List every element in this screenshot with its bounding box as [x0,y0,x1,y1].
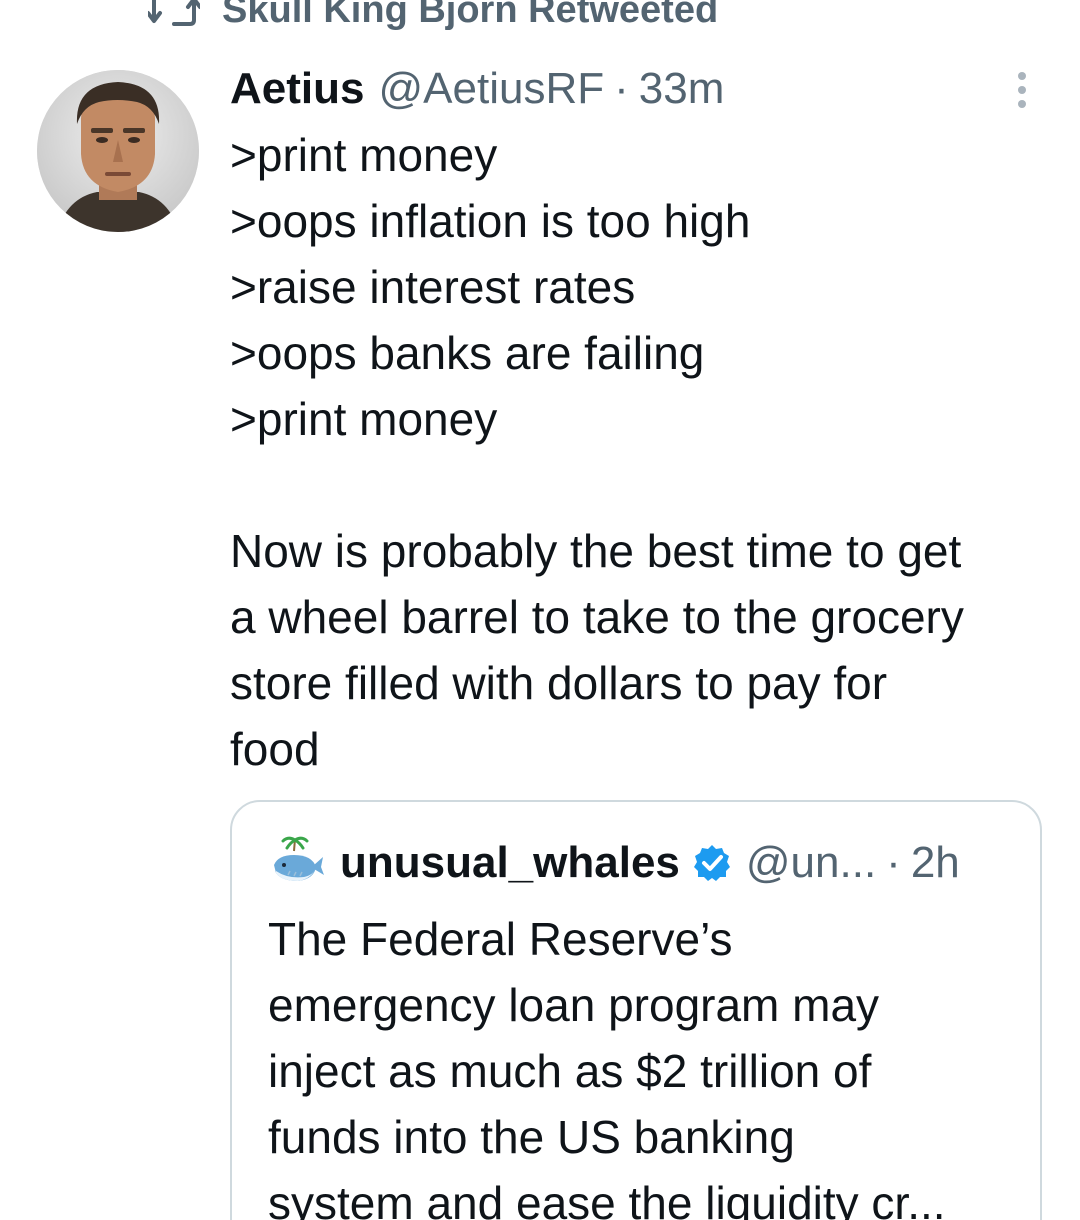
tweet-text-line: a wheel barrel to take to the grocery [230,591,964,643]
author-handle[interactable]: @AetiusRF [378,64,604,114]
tweet-view: Skull King Bjorn Retweeted Aetius @Aetiu… [0,0,1080,1220]
quoted-header-separator: · [886,838,901,887]
retweet-header[interactable]: Skull King Bjorn Retweeted [148,0,718,32]
whale-avatar-icon[interactable] [268,835,324,891]
quoted-text-line: The Federal Reserve’s [268,913,733,965]
tweet-text-line: >raise interest rates [230,261,636,313]
quoted-author-handle[interactable]: @un... [746,838,876,888]
tweet-header: Aetius @AetiusRF · 33m [230,64,724,120]
quoted-text-line: system and ease the liquidity cr... [268,1177,946,1220]
quoted-tweet-card[interactable]: unusual_whales @un... · 2h The Federal R… [230,800,1042,1220]
more-options-icon[interactable] [1004,68,1040,112]
author-avatar[interactable] [37,70,199,232]
tweet-text-line: >oops banks are failing [230,327,705,379]
tweet-text-line: Now is probably the best time to get [230,525,962,577]
tweet-text-line: >print money [230,129,498,181]
tweet-text-line: food [230,723,320,775]
retweet-label: Skull King Bjorn Retweeted [222,0,719,31]
quoted-tweet-timestamp[interactable]: 2h [911,838,960,888]
tweet-text-line: store filled with dollars to pay for [230,657,888,709]
quoted-tweet-text: The Federal Reserve’s emergency loan pro… [268,906,1028,1220]
quoted-author-display-name[interactable]: unusual_whales [340,838,680,888]
quoted-text-line: funds into the US banking [268,1111,795,1163]
retweet-icon [148,0,200,30]
tweet-text-line: >print money [230,393,498,445]
quoted-tweet-header: unusual_whales @un... · 2h [268,832,960,894]
tweet-text-line: >oops inflation is too high [230,195,751,247]
quoted-text-line: emergency loan program may [268,979,880,1031]
tweet-timestamp[interactable]: 33m [639,64,725,114]
quoted-text-line: inject as much as $2 trillion of [268,1045,872,1097]
header-separator: · [614,64,629,113]
tweet-text: >print money >oops inflation is too high… [230,122,1050,782]
verified-badge-icon [692,843,732,883]
author-display-name[interactable]: Aetius [230,64,364,114]
